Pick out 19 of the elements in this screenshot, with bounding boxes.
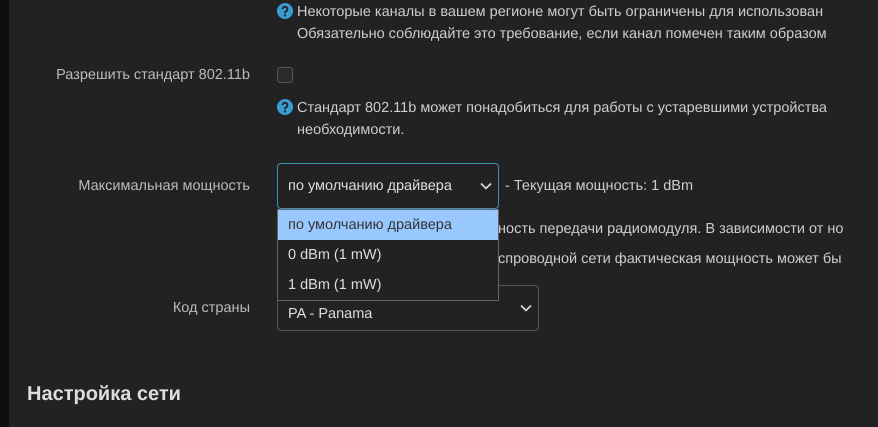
help-icon xyxy=(277,3,293,19)
help-text: Некоторые каналы в вашем регионе могут быть ограничены для использован xyxy=(297,3,824,22)
help-text: Обязательно соблюдайте это требование, если канал помечен таким образом xyxy=(297,25,827,44)
chevron-icon xyxy=(520,304,532,312)
section-heading: Настройка сети xyxy=(27,383,182,406)
help-text: необходимости. xyxy=(297,121,406,140)
help-icon xyxy=(277,99,293,115)
current-power-text: - Текущая мощность: 1 dBm xyxy=(505,178,694,194)
dropdown-option[interactable]: по умолчанию драйвера xyxy=(278,210,498,240)
power-select[interactable]: по умолчанию драйвера xyxy=(277,163,499,209)
help-text: спроводной сети фактическая мощность может бы xyxy=(498,250,843,269)
checkbox[interactable] xyxy=(277,67,293,83)
help-text: ность передачи радиомодуля. В зависимости от но xyxy=(498,220,844,239)
field-label: Разрешить стандарт 802.11b xyxy=(56,67,250,83)
help-text: Стандарт 802.11b может понадобиться для работы с устаревшими устройства xyxy=(297,99,827,118)
dropdown-option[interactable]: 0 dBm (1 mW) xyxy=(278,240,498,270)
field-label: Максимальная мощность xyxy=(78,178,250,194)
field-label: Код страны xyxy=(172,300,250,316)
chevron-icon xyxy=(480,182,492,190)
